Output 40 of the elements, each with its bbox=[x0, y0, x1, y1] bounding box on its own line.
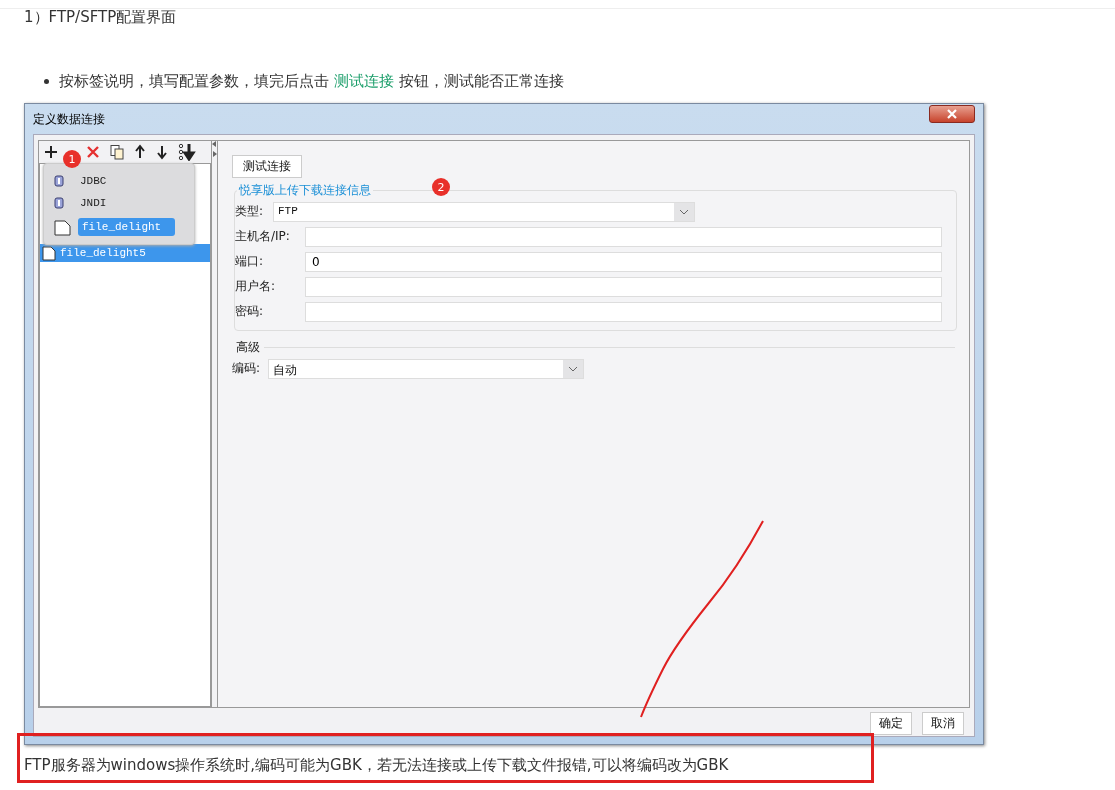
field-label: 用户名: bbox=[235, 278, 277, 295]
input-field[interactable] bbox=[305, 226, 942, 247]
close-icon bbox=[946, 109, 958, 119]
note-text: FTP服务器为windows操作系统时,编码可能为GBK，若无法连接或上传下载文件报错,可以将编码改为GBK bbox=[24, 756, 729, 775]
test-connection-button[interactable]: 测试连接 bbox=[232, 155, 302, 178]
section-heading: 1）FTP/SFTP配置界面 bbox=[23, 7, 178, 28]
chevron-down-icon bbox=[679, 208, 689, 215]
menu-item[interactable]: JNDI bbox=[76, 194, 111, 212]
dialog-button[interactable]: 取消 bbox=[922, 712, 964, 735]
encoding-dropdown[interactable]: 自动 bbox=[268, 358, 584, 379]
database-icon bbox=[54, 197, 64, 209]
field-label: 密码: bbox=[235, 303, 265, 320]
folder-icon bbox=[54, 218, 72, 236]
down-arrow-icon[interactable] bbox=[155, 144, 169, 160]
up-arrow-icon[interactable] bbox=[133, 144, 147, 160]
folder-icon bbox=[42, 245, 56, 261]
chevron-down-icon bbox=[568, 365, 578, 372]
type-dropdown[interactable]: FTP bbox=[273, 201, 695, 222]
window-title: 定义数据连接 bbox=[33, 110, 105, 128]
input-field[interactable]: 0 bbox=[305, 251, 942, 272]
database-icon bbox=[54, 175, 64, 187]
bullet-icon bbox=[44, 79, 49, 84]
close-button[interactable] bbox=[929, 105, 975, 123]
field-label: 编码: bbox=[232, 360, 262, 377]
section-title: 高级 bbox=[235, 339, 260, 356]
input-field[interactable] bbox=[305, 276, 942, 297]
menu-item[interactable]: JDBC bbox=[76, 172, 111, 190]
delete-icon[interactable] bbox=[85, 144, 101, 160]
input-field[interactable] bbox=[305, 301, 942, 322]
copy-icon[interactable] bbox=[109, 144, 125, 160]
dialog-button[interactable]: 确定 bbox=[870, 712, 912, 735]
instruction-text: 按标签说明，填写配置参数，填完后点击 测试连接 按钮，测试能否正常连接 bbox=[59, 72, 564, 91]
test-connection-link[interactable]: 测试连接 bbox=[333, 72, 394, 90]
splitter-arrows-icon[interactable] bbox=[211, 141, 217, 157]
add-icon[interactable] bbox=[43, 144, 59, 160]
field-label: 类型: bbox=[235, 203, 265, 220]
group-title: 悦享版上传下载连接信息 bbox=[237, 182, 373, 199]
field-label: 端口: bbox=[235, 253, 265, 270]
field-label: 主机名/IP: bbox=[235, 228, 291, 245]
sort-icon[interactable] bbox=[177, 143, 197, 161]
